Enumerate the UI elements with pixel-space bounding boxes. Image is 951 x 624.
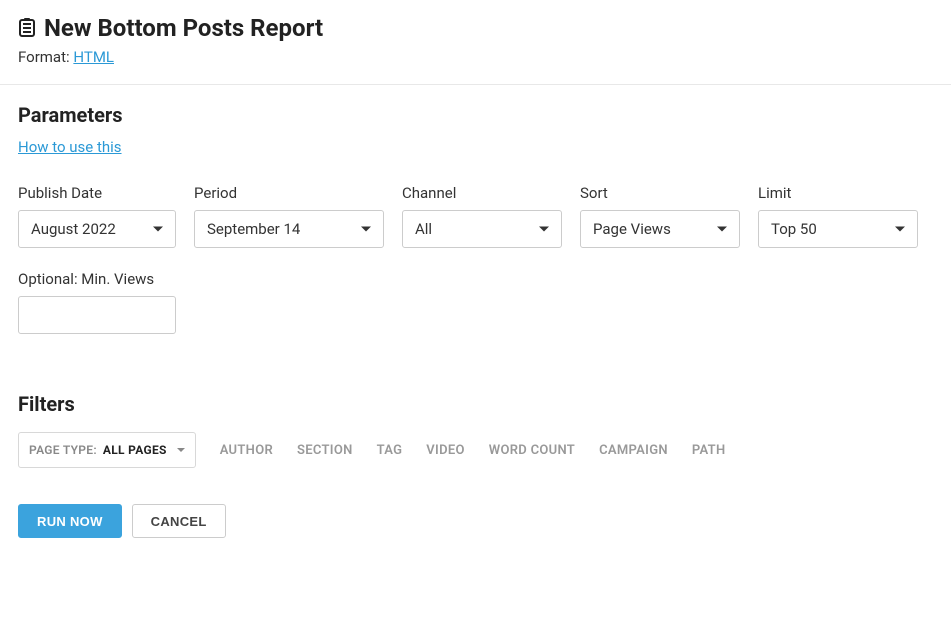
sort-label: Sort: [580, 184, 740, 202]
channel-group: Channel All: [402, 184, 562, 248]
chevron-down-icon: [895, 227, 905, 232]
period-select[interactable]: September 14: [194, 210, 384, 248]
page-header: New Bottom Posts Report Format: HTML: [0, 0, 951, 85]
how-to-use-link[interactable]: How to use this: [18, 138, 122, 156]
period-group: Period September 14: [194, 184, 384, 248]
min-views-label: Optional: Min. Views: [18, 270, 176, 288]
chevron-down-icon: [153, 227, 163, 232]
format-row: Format: HTML: [18, 48, 933, 66]
filter-tab-path[interactable]: PATH: [692, 443, 726, 458]
chevron-down-icon: [539, 227, 549, 232]
run-now-button[interactable]: RUN NOW: [18, 504, 122, 538]
filter-tab-word-count[interactable]: WORD COUNT: [489, 443, 575, 458]
chevron-down-icon: [361, 227, 371, 232]
title-row: New Bottom Posts Report: [18, 14, 933, 42]
limit-value: Top 50: [771, 220, 817, 238]
channel-select[interactable]: All: [402, 210, 562, 248]
parameters-heading: Parameters: [18, 103, 933, 127]
parameters-row-2: Optional: Min. Views: [18, 270, 933, 334]
page-type-select[interactable]: PAGE TYPE: ALL PAGES: [18, 432, 196, 468]
sort-group: Sort Page Views: [580, 184, 740, 248]
limit-group: Limit Top 50: [758, 184, 918, 248]
page-title: New Bottom Posts Report: [44, 14, 323, 42]
filter-tab-tag[interactable]: TAG: [377, 443, 403, 458]
parameters-section: Parameters How to use this Publish Date …: [0, 85, 951, 374]
filter-tab-section[interactable]: SECTION: [297, 443, 353, 458]
channel-value: All: [415, 220, 432, 238]
min-views-group: Optional: Min. Views: [18, 270, 176, 334]
period-label: Period: [194, 184, 384, 202]
parameters-row-1: Publish Date August 2022 Period Septembe…: [18, 184, 933, 248]
publish-date-select[interactable]: August 2022: [18, 210, 176, 248]
filter-tab-campaign[interactable]: CAMPAIGN: [599, 443, 668, 458]
channel-label: Channel: [402, 184, 562, 202]
filter-tab-author[interactable]: AUTHOR: [220, 443, 273, 458]
filter-tab-video[interactable]: VIDEO: [426, 443, 464, 458]
period-value: September 14: [207, 220, 300, 238]
limit-label: Limit: [758, 184, 918, 202]
sort-value: Page Views: [593, 220, 671, 238]
actions-row: RUN NOW CANCEL: [0, 486, 951, 556]
chevron-down-icon: [177, 448, 185, 452]
format-label: Format:: [18, 48, 70, 66]
page-type-value: ALL PAGES: [103, 443, 167, 457]
publish-date-label: Publish Date: [18, 184, 176, 202]
format-link[interactable]: HTML: [73, 48, 114, 66]
page-type-label: PAGE TYPE:: [29, 443, 97, 457]
filters-row: PAGE TYPE: ALL PAGES AUTHOR SECTION TAG …: [18, 432, 933, 468]
filters-heading: Filters: [18, 392, 933, 416]
publish-date-value: August 2022: [31, 220, 116, 238]
chevron-down-icon: [717, 227, 727, 232]
sort-select[interactable]: Page Views: [580, 210, 740, 248]
publish-date-group: Publish Date August 2022: [18, 184, 176, 248]
report-icon: [18, 18, 36, 38]
filters-section: Filters PAGE TYPE: ALL PAGES AUTHOR SECT…: [0, 374, 951, 486]
cancel-button[interactable]: CANCEL: [132, 504, 226, 538]
min-views-input[interactable]: [18, 296, 176, 334]
limit-select[interactable]: Top 50: [758, 210, 918, 248]
